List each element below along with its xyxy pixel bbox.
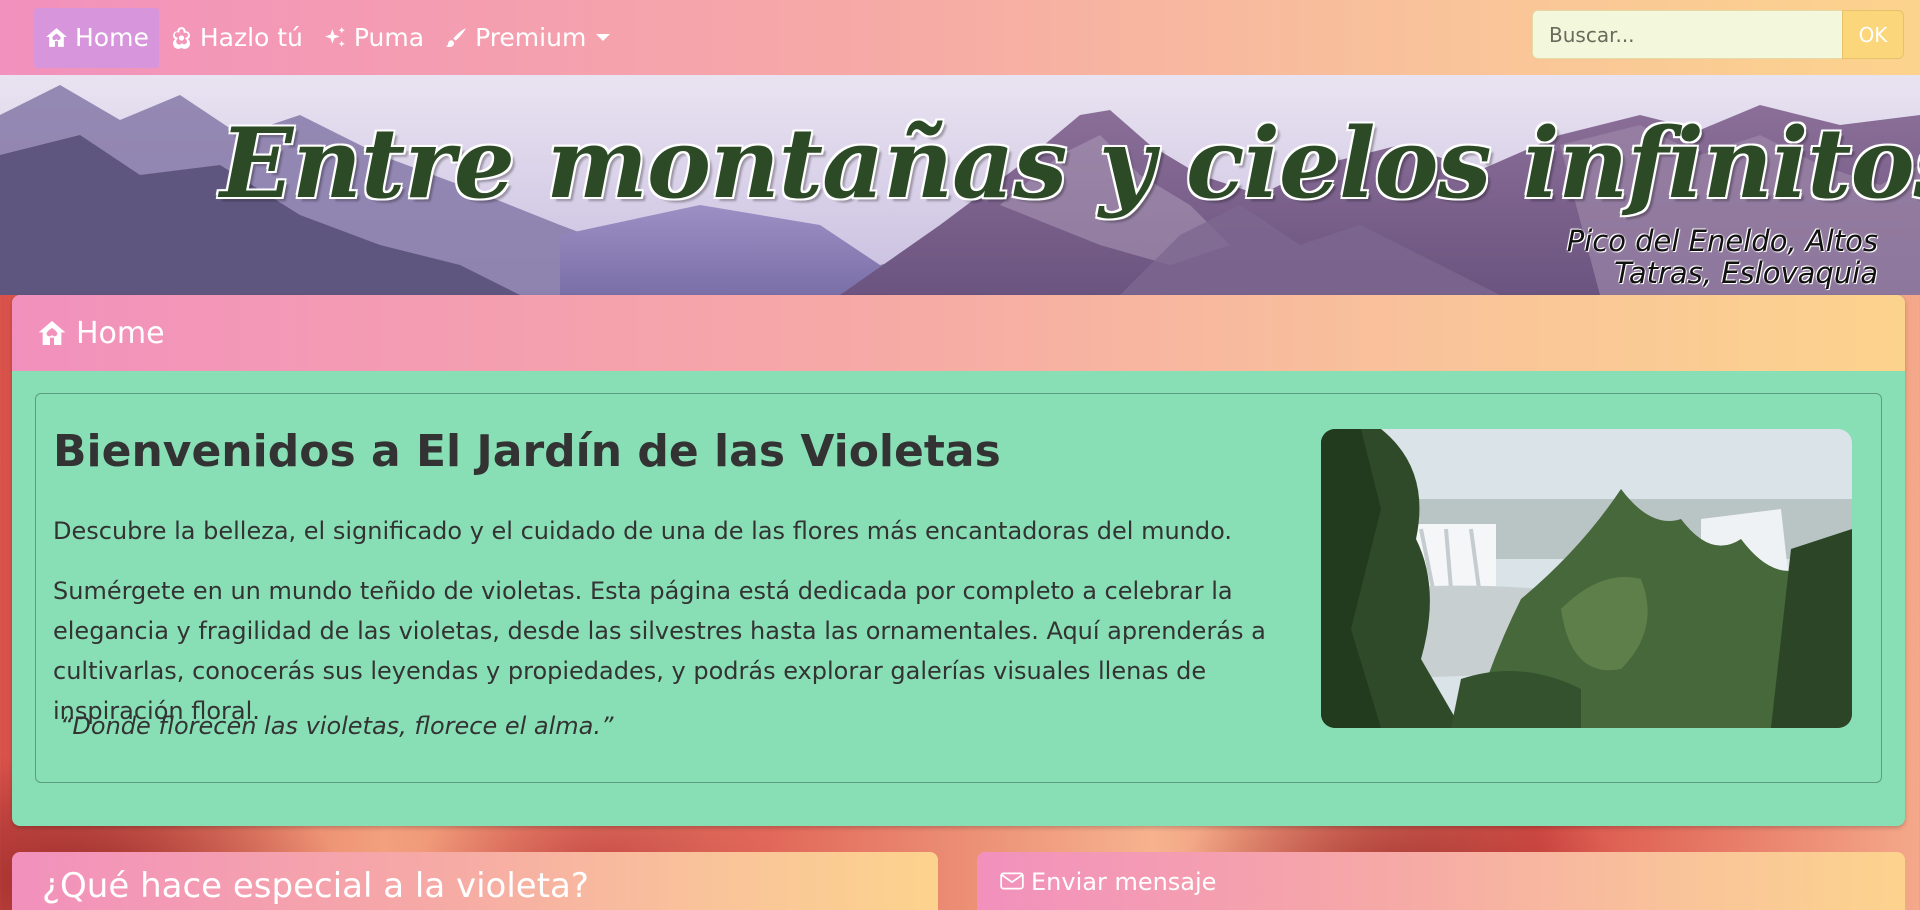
caption-line: Pico del Eneldo, Altos [1566, 224, 1878, 258]
nav-item-hazlo-tu[interactable]: Hazlo tú [159, 8, 313, 68]
home-card-title: Home [76, 315, 165, 351]
home-card-header: Home [12, 295, 1905, 371]
body-paragraph: Sumérgete en un mundo teñido de violetas… [53, 577, 1266, 725]
banner-caption: Pico del Eneldo, Altos Tatras, Eslovaqui… [1567, 225, 1878, 289]
sparkles-icon [324, 27, 345, 47]
search-input[interactable] [1532, 10, 1842, 59]
flower-icon [172, 27, 190, 49]
caption-line: Tatras, Eslovaquia [1614, 256, 1878, 290]
intro-paragraph: Descubre la belleza, el significado y el… [53, 517, 1232, 545]
waterfall-photo [1321, 429, 1852, 728]
chevron-down-icon [596, 34, 611, 41]
home-icon [46, 28, 67, 47]
violet-special-title: ¿Qué hace especial a la violeta? [42, 866, 589, 906]
violet-special-card-header: ¿Qué hace especial a la violeta? [12, 852, 938, 910]
banner-title: Entre montañas y cielos infinitos [220, 107, 1920, 220]
nav-item-label: Hazlo tú [199, 23, 303, 52]
home-card: Home Bienvenidos a El Jardín de las Viol… [12, 295, 1905, 826]
nav-links: Home Hazlo tú Puma Premium [34, 7, 620, 68]
search-submit-button[interactable]: OK [1842, 10, 1904, 59]
quote: “Donde florecen las violetas, florece el… [60, 712, 614, 740]
top-navbar: Home Hazlo tú Puma Premium OK [0, 0, 1920, 75]
page-title: Bienvenidos a El Jardín de las Violetas [53, 426, 1001, 477]
brush-icon [446, 28, 466, 48]
nav-item-label: Premium [475, 23, 587, 52]
nav-item-puma[interactable]: Puma [313, 8, 434, 68]
send-message-title: Enviar mensaje [1031, 868, 1217, 896]
send-message-card-header: Enviar mensaje [977, 852, 1905, 910]
nav-item-label: Home [75, 23, 149, 52]
nav-item-home[interactable]: Home [34, 7, 159, 68]
nav-item-label: Puma [353, 23, 425, 52]
search-form: OK [1532, 10, 1904, 59]
mountain-banner: Entre montañas y cielos infinitos Pico d… [0, 75, 1920, 295]
envelope-icon [1000, 872, 1024, 890]
home-icon [38, 321, 66, 345]
welcome-box: Bienvenidos a El Jardín de las Violetas … [35, 393, 1882, 783]
nav-item-premium[interactable]: Premium [434, 8, 620, 68]
